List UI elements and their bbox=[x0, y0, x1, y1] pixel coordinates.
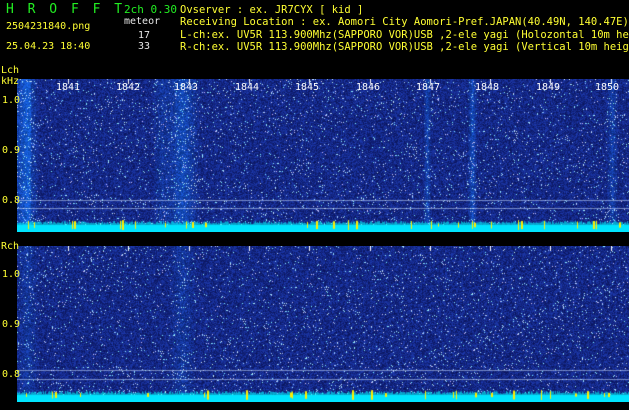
lch-ytick-0-8: 0.8 bbox=[2, 195, 21, 206]
rch-ytick-0-8: 0.8 bbox=[2, 369, 21, 380]
time-label-1848: 1848 bbox=[474, 82, 500, 93]
time-label-1847: 1847 bbox=[415, 82, 441, 93]
rch-ytick-0-9: 0.9 bbox=[2, 319, 21, 330]
time-label-1844: 1844 bbox=[234, 82, 260, 93]
location-info: Receiving Location : ex. Aomori City Aom… bbox=[180, 16, 629, 28]
observer-info: Ovserver : ex. JR7CYX [ kid ] bbox=[180, 4, 364, 16]
meteor-count-label: meteor bbox=[124, 16, 161, 27]
rch-label: Rch bbox=[1, 241, 20, 252]
hroft-spectrogram-window: H R O F F T 2ch 0.30 2504231840.png mete… bbox=[0, 0, 629, 410]
time-label-1843: 1843 bbox=[173, 82, 199, 93]
lch-receiver-info: L-ch:ex. UV5R 113.900Mhz(SAPPORO VOR)USB… bbox=[180, 29, 629, 41]
rch-spectrogram bbox=[17, 246, 629, 402]
image-filename: 2504231840.png bbox=[6, 21, 91, 32]
time-label-1850: 1850 bbox=[594, 82, 620, 93]
lch-meteor-count: 17 bbox=[138, 30, 151, 41]
lch-ytick-1-0: 1.0 bbox=[2, 95, 21, 106]
time-label-1846: 1846 bbox=[355, 82, 381, 93]
lch-label: Lch bbox=[1, 65, 20, 76]
channel-mode: 2ch 0.30 bbox=[124, 3, 177, 16]
observation-datetime: 25.04.23 18:40 bbox=[6, 41, 91, 52]
time-label-1841: 1841 bbox=[55, 82, 81, 93]
rch-meteor-count: 33 bbox=[138, 41, 151, 52]
time-label-1849: 1849 bbox=[535, 82, 561, 93]
lch-spectrogram bbox=[17, 79, 629, 232]
app-title: H R O F F T bbox=[6, 2, 126, 17]
rch-receiver-info: R-ch:ex. UV5R 113.900Mhz(SAPPORO VOR)USB… bbox=[180, 41, 629, 53]
rch-ytick-1-0: 1.0 bbox=[2, 269, 21, 280]
frequency-unit: kHz bbox=[1, 76, 20, 87]
lch-ytick-0-9: 0.9 bbox=[2, 145, 21, 156]
time-label-1842: 1842 bbox=[115, 82, 141, 93]
time-label-1845: 1845 bbox=[294, 82, 320, 93]
